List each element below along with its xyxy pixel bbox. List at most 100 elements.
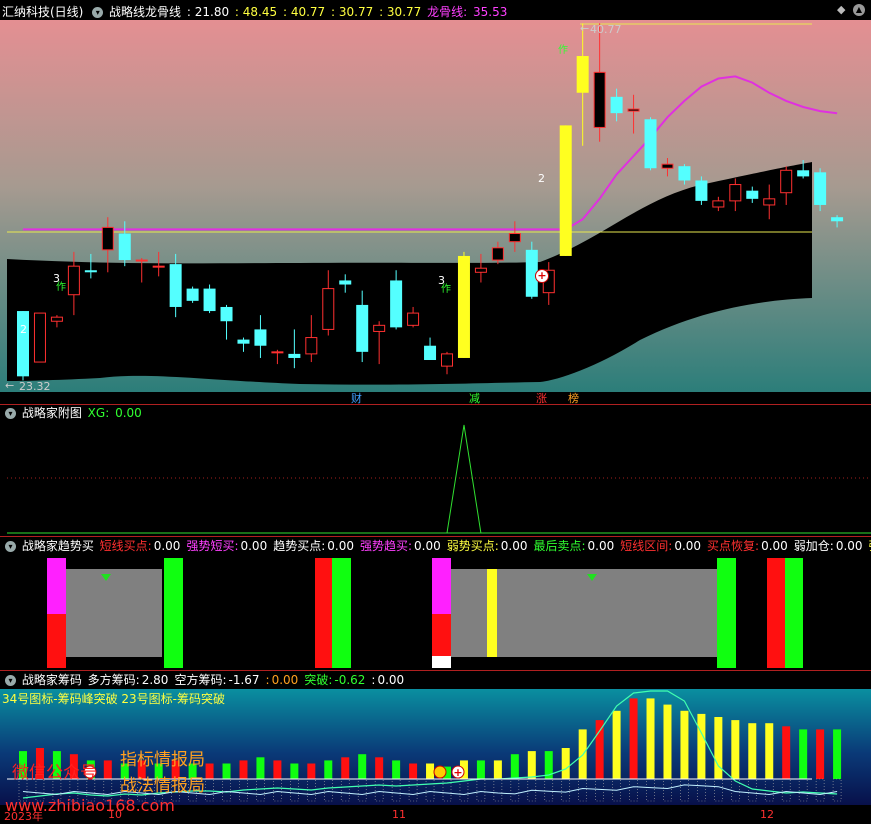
- candle: [186, 286, 199, 303]
- candle: [203, 284, 216, 314]
- collapse-icon[interactable]: ▲: [853, 4, 865, 16]
- value-3: : 40.77: [282, 5, 326, 19]
- chip-bar: [409, 763, 418, 779]
- toggle-icon[interactable]: ▾: [5, 541, 16, 552]
- date-dec: 12: [760, 808, 774, 821]
- sub2-title: 战略家趋势买: [21, 539, 94, 553]
- stock-title: 汇纳科技(日线): [2, 5, 84, 19]
- value-5: : 30.77: [379, 5, 422, 19]
- trend-item-value: 0.00: [500, 539, 528, 553]
- sub2-header: ▾ 战略家趋势买 短线买点: 0.00 强势短买: 0.00 趋势买点: 0.00 强势趋买…: [2, 536, 871, 556]
- value-1: : 21.80: [186, 5, 230, 19]
- chip-bar: [476, 760, 485, 779]
- chip-bar: [392, 760, 401, 779]
- trend-item-value: 0.00: [587, 539, 615, 553]
- watermark-zhibiao: 指标情报局: [120, 750, 205, 770]
- xg-chart[interactable]: [0, 405, 871, 536]
- trend-item-value: 0.00: [674, 539, 702, 553]
- chip-item-label: 多方筹码:: [87, 673, 140, 687]
- value-4: : 30.77: [331, 5, 374, 19]
- toggle-icon[interactable]: ▾: [5, 408, 16, 419]
- sub-panel-2[interactable]: ▾ 战略家趋势买 短线买点: 0.00 强势短买: 0.00 趋势买点: 0.00 强势趋买…: [0, 537, 871, 670]
- weak-buy-bar: [487, 569, 497, 657]
- trend-item-value: 0.00: [414, 539, 441, 553]
- candle: [17, 311, 29, 381]
- chip-bar: [358, 754, 367, 779]
- chip-bar: [205, 763, 214, 779]
- signal-label: 2: [538, 172, 545, 185]
- chip-legend: 34号图标-筹码峰突破 23号图标-筹码突破: [2, 692, 226, 706]
- chip-bar: [426, 763, 435, 779]
- strong-short-buy-bar: [432, 558, 451, 614]
- chip-bar: [714, 717, 723, 779]
- chip-bar: [612, 710, 621, 779]
- trend-item-label: 最后卖点:: [533, 539, 586, 553]
- watermark-wechat: 微信公众号: [12, 763, 97, 783]
- trend-item-value: 0.00: [153, 539, 181, 553]
- trend-item-value: 0.00: [240, 539, 268, 553]
- sub3-header: ▾ 战略家筹码 多方筹码: 2.80 空方筹码: -1.67:0.00 突破: -0.62…: [2, 670, 410, 690]
- chip-bar: [697, 713, 706, 779]
- chip-bar: [595, 720, 604, 779]
- chip-bar: [103, 760, 112, 779]
- chip-item-value: -1.67: [228, 673, 260, 687]
- chip-bar: [273, 760, 282, 779]
- short-buy-bar: [47, 614, 66, 668]
- candle: [559, 125, 572, 256]
- chip-bar: [799, 729, 808, 779]
- xg-value: 0.00: [115, 406, 142, 420]
- low-arrow: ←: [5, 379, 15, 392]
- toggle-icon[interactable]: ▾: [5, 675, 16, 686]
- low-price-label: 23.32: [19, 380, 51, 393]
- chip-item-value: -0.62: [334, 673, 366, 687]
- indicator-name: 战略线龙骨线: [109, 5, 182, 19]
- short-buy-bar: [315, 558, 332, 668]
- annot-zuo: 作: [56, 282, 66, 293]
- sub-panel-3[interactable]: + ▾ 战略家筹码 多方筹码: 2.80 空方筹码: -1.67:0.00 突破: -0.…: [0, 670, 871, 823]
- candle: [457, 251, 470, 358]
- annot-zuo: 作: [441, 284, 451, 295]
- chip-bar: [765, 723, 774, 779]
- chip-bar: [816, 729, 825, 779]
- sub-panel-1[interactable]: ▾ 战略家附图 XG: 0.00: [0, 405, 871, 536]
- plus-icon[interactable]: +: [535, 269, 549, 283]
- value-2: : 48.45: [234, 5, 278, 19]
- trend-buy-chart[interactable]: [0, 537, 871, 670]
- xg-label: XG:: [87, 406, 110, 420]
- chip-bar: [833, 729, 842, 779]
- chip-peak-icon: [433, 765, 447, 779]
- trend-item-label: 弱势买点:: [446, 539, 499, 553]
- trend-item-label: 强势短买:: [186, 539, 239, 553]
- high-price-label: 40.77: [590, 23, 622, 36]
- chip-bar: [629, 698, 638, 779]
- trend-item-label: 强势趋买:: [359, 539, 413, 553]
- main-header: 汇纳科技(日线) ▾ 战略线龙骨线 : 21.80 : 48.45 : 40.7…: [2, 2, 509, 22]
- trend-item-value: 0.00: [835, 539, 863, 553]
- trend-buy-bar: [432, 656, 451, 668]
- trend-item-label: 短线买点:: [99, 539, 152, 553]
- chip-bar: [680, 710, 689, 779]
- chip-bar: [782, 726, 791, 779]
- chip-bar: [731, 720, 740, 779]
- candlestick-chart[interactable]: [0, 0, 871, 404]
- chip-item-value: 0.00: [271, 673, 299, 687]
- dragon-label: 龙骨线:: [427, 5, 468, 19]
- chip-bar: [222, 763, 231, 779]
- signal-label: 2: [20, 323, 27, 336]
- chip-item-value: 2.80: [141, 673, 169, 687]
- watermark-zhanfa: 战法情报局: [120, 776, 205, 796]
- trend-item-value: 0.00: [327, 539, 354, 553]
- settings-icon[interactable]: ◆: [837, 4, 847, 15]
- candle: [644, 117, 657, 171]
- chip-item-label: 空方筹码:: [174, 673, 227, 687]
- main-panel[interactable]: 汇纳科技(日线) ▾ 战略线龙骨线 : 21.80 : 48.45 : 40.7…: [0, 0, 871, 405]
- chip-item-label: :: [265, 673, 270, 687]
- strong-short-buy-bar: [47, 558, 66, 614]
- trend-item-label: 短线区间:: [620, 539, 673, 553]
- chip-bar: [561, 748, 570, 779]
- trend-zone: [66, 569, 162, 657]
- candle: [695, 176, 708, 205]
- toggle-icon[interactable]: ▾: [92, 7, 104, 18]
- last-sell-bar: [332, 558, 351, 668]
- chip-item-label: 突破:: [304, 673, 333, 687]
